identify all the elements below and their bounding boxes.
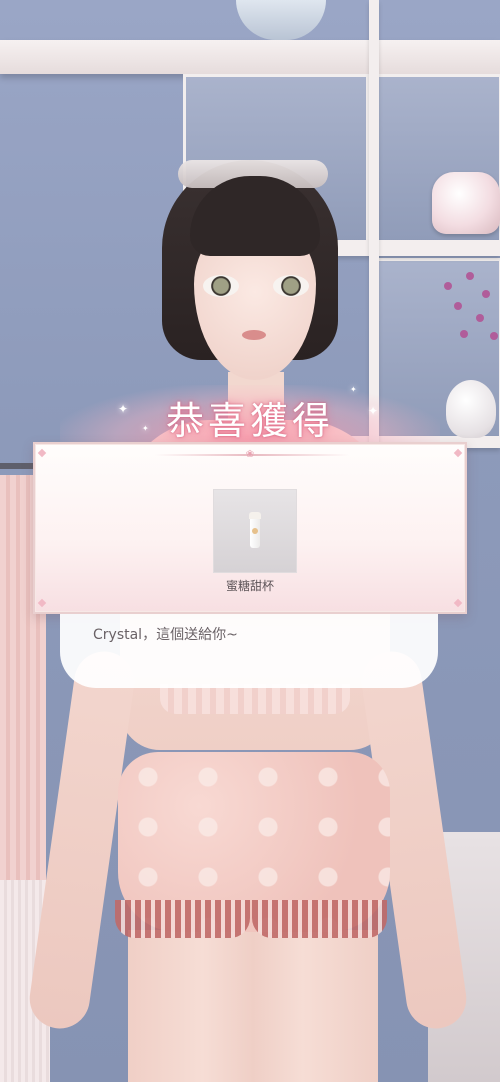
- sparkle-icon: ✦: [118, 402, 129, 416]
- crop-top-frill: [160, 684, 350, 714]
- character-legs: [128, 930, 378, 1082]
- shorts-lace-right: [252, 900, 387, 938]
- corner-ornament: [37, 448, 47, 458]
- sparkle-icon: ✦: [142, 424, 149, 433]
- reward-title: 恭喜獲得: [165, 399, 334, 443]
- reward-item-name: 蜜糖甜杯: [225, 579, 274, 593]
- corner-ornament: [453, 598, 463, 608]
- cup-icon: [249, 512, 261, 548]
- dialogue-text: Crystal，這個送給你~: [93, 627, 238, 643]
- left-eye: [203, 275, 239, 297]
- corner-ornament: [37, 598, 47, 608]
- shorts-lace-left: [115, 900, 250, 938]
- character-lips: [242, 330, 266, 340]
- right-eye: [273, 275, 309, 297]
- corner-ornament: [453, 448, 463, 458]
- reward-item-slot[interactable]: [213, 489, 297, 573]
- reward-panel[interactable]: ❀ 蜜糖甜杯: [33, 442, 467, 614]
- sparkle-icon: ✦: [368, 404, 379, 418]
- sparkle-icon: ✦: [350, 385, 357, 394]
- dialogue-box[interactable]: Crystal，這個送給你~: [60, 614, 438, 688]
- ornament-icon: ❀: [245, 449, 255, 460]
